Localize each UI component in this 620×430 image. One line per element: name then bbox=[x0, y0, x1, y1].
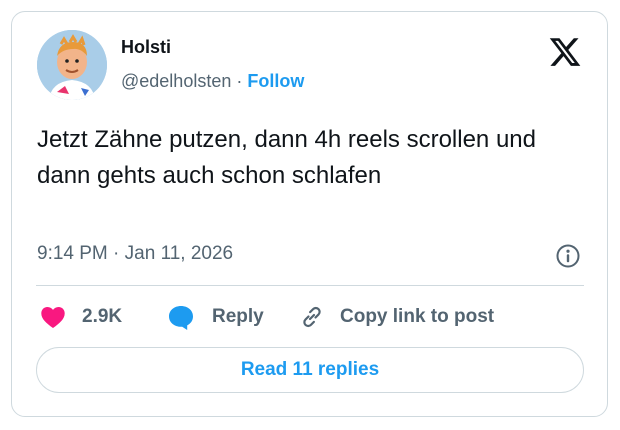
copy-link-button[interactable]: Copy link to post bbox=[299, 303, 494, 331]
like-button[interactable]: 2.9K bbox=[40, 303, 122, 331]
tweet-timestamp[interactable]: 9:14 PM · Jan 11, 2026 bbox=[37, 243, 233, 265]
speech-bubble-icon bbox=[169, 306, 193, 330]
author-handle-row: @edelholsten · Follow bbox=[121, 71, 304, 92]
reply-button[interactable]: Reply bbox=[167, 303, 264, 331]
x-logo-icon[interactable] bbox=[548, 35, 582, 69]
read-replies-button[interactable]: Read 11 replies bbox=[36, 347, 584, 393]
copy-link-label: Copy link to post bbox=[340, 306, 495, 327]
tweet-text: Jetzt Zähne putzen, dann 4h reels scroll… bbox=[37, 126, 536, 189]
tweet-card: Holsti @edelholsten · Follow Jetzt Zähne… bbox=[11, 11, 608, 417]
avatar-image bbox=[37, 30, 107, 100]
handle-separator: · bbox=[236, 71, 243, 91]
info-icon[interactable] bbox=[555, 243, 581, 269]
heart-icon bbox=[41, 307, 65, 329]
author-name[interactable]: Holsti bbox=[121, 37, 171, 58]
reply-label: Reply bbox=[212, 306, 264, 327]
link-icon bbox=[303, 306, 321, 328]
avatar[interactable] bbox=[37, 30, 107, 100]
like-count: 2.9K bbox=[82, 306, 123, 327]
author-handle[interactable]: @edelholsten bbox=[121, 71, 231, 91]
tweet-time: 9:14 PM bbox=[37, 243, 108, 264]
timestamp-separator: · bbox=[113, 243, 120, 264]
tweet-date: Jan 11, 2026 bbox=[124, 243, 234, 264]
follow-link[interactable]: Follow bbox=[247, 71, 304, 91]
divider bbox=[36, 285, 584, 286]
